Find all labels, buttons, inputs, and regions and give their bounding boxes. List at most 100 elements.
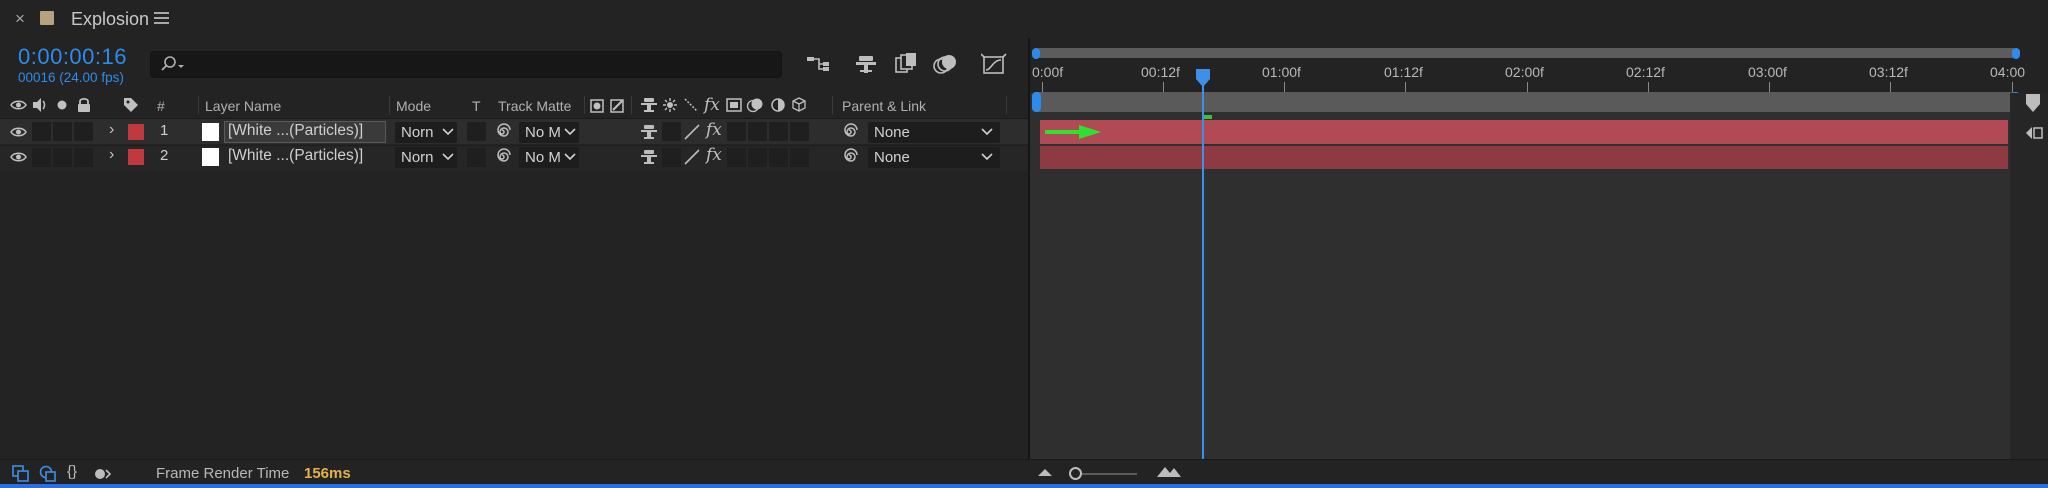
column-t: T xyxy=(472,98,481,114)
lock-icon[interactable] xyxy=(77,97,91,113)
time-navigator-bar[interactable] xyxy=(1036,48,2016,58)
ruler-tick xyxy=(2012,82,2013,92)
layer-name[interactable]: [White ...(Particles)] xyxy=(228,147,363,165)
lock-toggle[interactable] xyxy=(74,148,93,167)
label-color-swatch[interactable] xyxy=(128,124,144,140)
column-divider[interactable] xyxy=(631,96,632,114)
ruler-tick xyxy=(1042,82,1043,92)
composition-tab-title[interactable]: Explosion xyxy=(71,9,149,30)
audio-toggle[interactable] xyxy=(32,122,51,141)
label-tag-icon[interactable] xyxy=(123,97,139,113)
composition-flowchart-icon[interactable] xyxy=(805,52,831,76)
work-area-bar[interactable] xyxy=(1036,92,2016,112)
track-matte-pickwhip-icon[interactable] xyxy=(493,148,511,166)
shy-switch-icon[interactable] xyxy=(640,149,658,165)
fx-switch-icon[interactable]: fx xyxy=(706,120,722,140)
ruler-tick-label: 04:00 xyxy=(1990,64,2026,80)
preserve-transparency-toggle[interactable] xyxy=(467,122,486,141)
panel-menu-icon[interactable] xyxy=(154,12,169,24)
fx-switch-icon[interactable]: fx xyxy=(706,145,722,165)
solo-toggle[interactable] xyxy=(53,122,72,141)
adjustment-switch[interactable] xyxy=(769,122,788,141)
graph-editor-icon[interactable] xyxy=(981,52,1007,76)
current-time-display[interactable]: 0:00:00:16 xyxy=(18,44,127,70)
label-color-swatch[interactable] xyxy=(128,149,144,165)
frame-count-display: 00016 (24.00 fps) xyxy=(18,70,124,85)
quality-switch-icon[interactable] xyxy=(683,148,701,166)
frame-blend-switch[interactable] xyxy=(727,122,746,141)
3d-switch[interactable] xyxy=(790,148,809,167)
visibility-eye-icon[interactable] xyxy=(10,126,27,138)
frame-render-time-value: 156ms xyxy=(304,465,351,482)
column-divider[interactable] xyxy=(198,96,199,114)
ruler-tick-label: 02:00f xyxy=(1505,64,1544,80)
column-parent-link: Parent & Link xyxy=(842,98,927,114)
eye-icon[interactable] xyxy=(10,99,27,111)
zoom-in-mountains-icon[interactable] xyxy=(1156,464,1182,478)
lock-toggle[interactable] xyxy=(74,122,93,141)
ruler-tick xyxy=(1769,82,1770,92)
layer-search-input[interactable] xyxy=(150,51,782,78)
navigator-end-handle[interactable] xyxy=(2012,48,2020,59)
stretch-columns-icon[interactable] xyxy=(92,465,112,483)
quality-switch-icon[interactable] xyxy=(683,123,701,141)
shy-icon xyxy=(641,98,657,112)
column-number: # xyxy=(157,98,165,114)
column-divider[interactable] xyxy=(584,96,585,114)
solo-toggle[interactable] xyxy=(53,148,72,167)
playhead-handle-icon[interactable] xyxy=(1195,68,1211,88)
collapse-switch[interactable] xyxy=(662,122,681,141)
track-matte-pickwhip-icon[interactable] xyxy=(493,123,511,141)
column-divider[interactable] xyxy=(1006,96,1007,114)
layer-duration-bar[interactable] xyxy=(1040,120,2008,144)
preserve-transparency-toggle[interactable] xyxy=(467,148,486,167)
collapse-switch[interactable] xyxy=(662,148,681,167)
zoom-slider-track[interactable] xyxy=(1075,473,1137,475)
work-area-start-handle[interactable] xyxy=(1032,92,1041,112)
audio-toggle[interactable] xyxy=(32,148,51,167)
collapse-sun-icon xyxy=(663,98,677,112)
adjustment-switch[interactable] xyxy=(769,148,788,167)
chevron-down-icon[interactable] xyxy=(981,153,993,161)
zoom-out-mountain-icon[interactable] xyxy=(1037,467,1053,477)
frame-blending-icon[interactable] xyxy=(893,52,919,76)
chevron-down-icon[interactable] xyxy=(981,128,993,136)
visibility-eye-icon[interactable] xyxy=(10,151,27,163)
solo-dot-icon[interactable] xyxy=(57,100,67,110)
comp-end-marker-icon[interactable] xyxy=(2024,92,2042,114)
layer-duration-bar[interactable] xyxy=(1040,146,2008,169)
expand-chevron-icon[interactable]: › xyxy=(109,121,114,139)
playhead-line[interactable] xyxy=(1202,72,1204,460)
layer-name[interactable]: [White ...(Particles)] xyxy=(228,122,363,140)
blend-mode-value: Norn xyxy=(401,124,434,141)
expand-chevron-icon[interactable]: › xyxy=(109,146,114,164)
close-tab-icon[interactable]: × xyxy=(15,9,25,29)
zoom-slider-thumb[interactable] xyxy=(1069,467,1082,480)
fx-effects-icon: fx xyxy=(704,95,720,115)
motion-blur-icon[interactable] xyxy=(931,52,959,76)
column-divider[interactable] xyxy=(832,96,833,114)
navigator-start-handle[interactable] xyxy=(1032,48,1040,59)
ruler-tick-label: 03:12f xyxy=(1869,64,1908,80)
chevron-down-icon[interactable] xyxy=(442,153,454,161)
chevron-down-icon[interactable] xyxy=(442,128,454,136)
motion-blur-switch[interactable] xyxy=(748,148,767,167)
shy-switch-icon[interactable] xyxy=(640,124,658,140)
parent-pickwhip-icon[interactable] xyxy=(840,123,858,141)
frame-blend-switch[interactable] xyxy=(727,148,746,167)
draft-3d-icon[interactable] xyxy=(853,52,879,76)
keyframe-nav-icon[interactable] xyxy=(2024,124,2046,142)
chevron-down-icon[interactable] xyxy=(564,153,576,161)
3d-layer-icon xyxy=(792,97,806,112)
parent-pickwhip-icon[interactable] xyxy=(840,148,858,166)
layer-switches-toggle-icon[interactable] xyxy=(12,465,30,483)
transfer-controls-toggle-icon[interactable] xyxy=(39,465,57,483)
panel-divider[interactable] xyxy=(1028,38,1030,459)
expression-brackets-icon[interactable]: {} xyxy=(67,463,77,480)
motion-blur-switch[interactable] xyxy=(748,122,767,141)
audio-speaker-icon[interactable] xyxy=(31,97,49,113)
3d-switch[interactable] xyxy=(790,122,809,141)
column-divider[interactable] xyxy=(389,96,390,114)
column-layer-name[interactable]: Layer Name xyxy=(205,98,281,114)
chevron-down-icon[interactable] xyxy=(564,128,576,136)
